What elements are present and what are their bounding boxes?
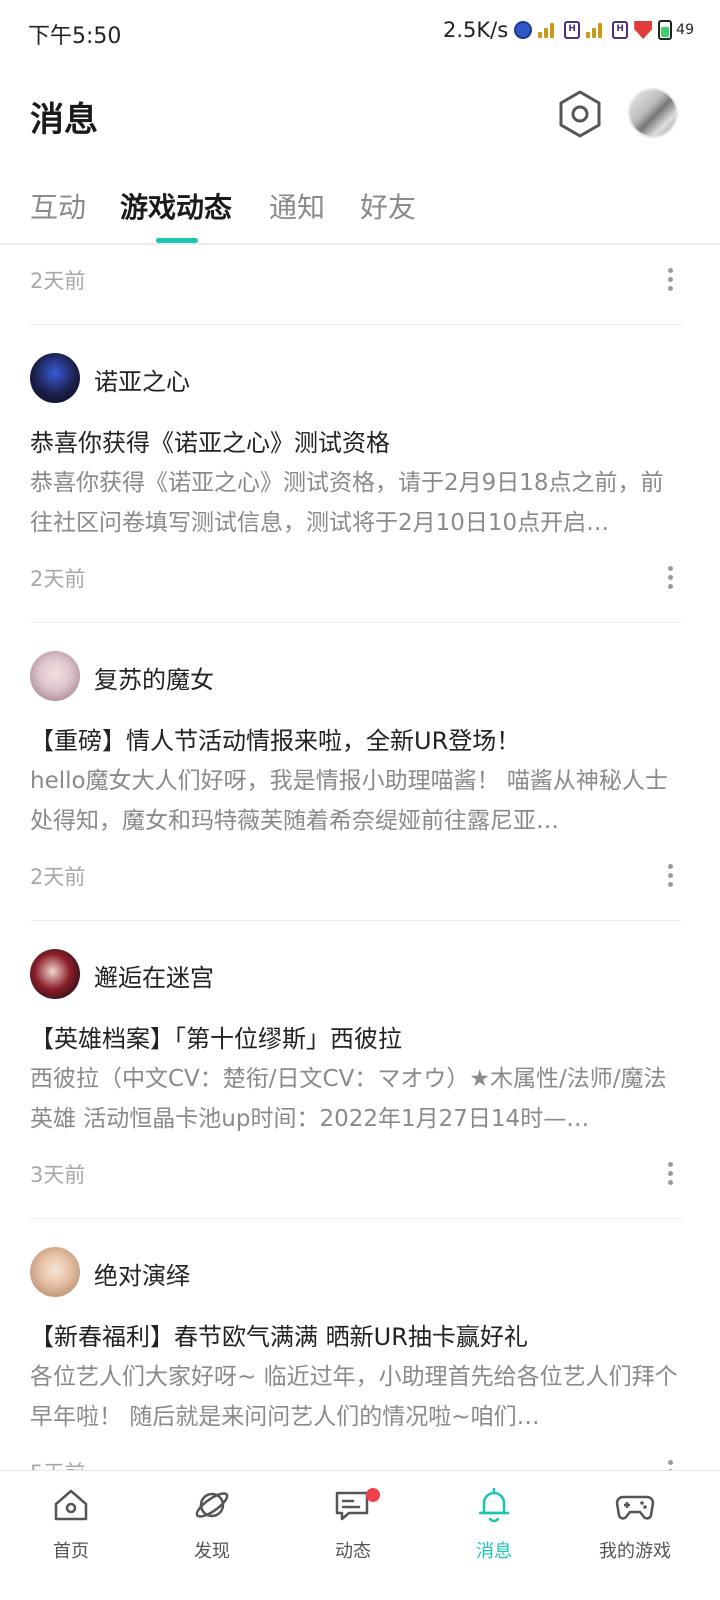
status-icons: 2.5K/s H H 49 bbox=[443, 18, 694, 42]
item-meta: 2天前 bbox=[30, 563, 682, 603]
divider bbox=[30, 622, 682, 623]
hd-icon: H bbox=[612, 21, 629, 39]
item-title: 【新春福利】春节欧气满满 晒新UR抽卡赢好礼 bbox=[30, 1323, 528, 1351]
more-icon[interactable] bbox=[664, 861, 676, 891]
timestamp: 2天前 bbox=[30, 567, 86, 591]
more-icon[interactable] bbox=[664, 1457, 676, 1470]
tab-bar: 互动 游戏动态 通知 好友 bbox=[0, 180, 720, 244]
nav-feed[interactable]: 动态 bbox=[298, 1485, 408, 1581]
nav-my-games-label: 我的游戏 bbox=[599, 1541, 671, 1562]
page-title: 消息 bbox=[30, 100, 98, 140]
nav-discover[interactable]: 发现 bbox=[157, 1485, 267, 1581]
game-name[interactable]: 诺亚之心 bbox=[94, 362, 190, 397]
item-title: 【重磅】情人节活动情报来啦，全新UR登场！ bbox=[30, 727, 521, 755]
hd-icon: H bbox=[564, 21, 581, 39]
list-item[interactable]: 复苏的魔女 【重磅】情人节活动情报来啦，全新UR登场！ hello魔女大人们好呀… bbox=[0, 651, 720, 949]
divider bbox=[30, 920, 682, 921]
tab-notifications[interactable]: 通知 bbox=[269, 186, 325, 226]
timestamp: 2天前 bbox=[30, 269, 86, 293]
divider bbox=[30, 324, 682, 325]
battery-level: 49 bbox=[676, 22, 694, 38]
game-name[interactable]: 复苏的魔女 bbox=[94, 660, 214, 695]
more-icon[interactable] bbox=[664, 1159, 676, 1189]
nav-feed-label: 动态 bbox=[335, 1541, 371, 1562]
nav-messages[interactable]: 消息 bbox=[439, 1485, 549, 1581]
tab-game-news[interactable]: 游戏动态 bbox=[120, 186, 232, 226]
notification-badge bbox=[366, 1488, 380, 1502]
more-icon[interactable] bbox=[664, 563, 676, 593]
timestamp: 2天前 bbox=[30, 865, 86, 889]
game-avatar[interactable] bbox=[30, 949, 80, 999]
list-item[interactable]: 绝对演绎 【新春福利】春节欧气满满 晒新UR抽卡赢好礼 各位艺人们大家好呀~ 临… bbox=[0, 1247, 720, 1470]
game-avatar[interactable] bbox=[30, 651, 80, 701]
game-avatar[interactable] bbox=[30, 353, 80, 403]
timestamp: 3天前 bbox=[30, 1163, 86, 1187]
nav-home-label: 首页 bbox=[53, 1541, 89, 1562]
battery-icon bbox=[658, 20, 673, 40]
more-icon[interactable] bbox=[664, 265, 676, 295]
game-name[interactable]: 邂逅在迷宫 bbox=[94, 958, 214, 993]
item-meta: 5天前 bbox=[30, 1457, 682, 1470]
item-meta: 2天前 bbox=[30, 265, 682, 305]
home-icon bbox=[54, 1489, 88, 1521]
signal-icon bbox=[586, 22, 606, 38]
item-body: hello魔女大人们好呀，我是情报小助理喵酱！ 喵酱从神秘人士处得知，魔女和玛特… bbox=[30, 768, 668, 834]
bell-icon bbox=[478, 1487, 510, 1523]
planet-icon bbox=[195, 1492, 229, 1518]
list-item[interactable]: 邂逅在迷宫 【英雄档案】「第十位缪斯」西彼拉 西彼拉（中文CV：楚衔/日文CV：… bbox=[0, 949, 720, 1247]
header: 消息 bbox=[0, 76, 720, 156]
tab-friends[interactable]: 好友 bbox=[360, 186, 416, 226]
bottom-nav: 首页 发现 动态 消息 我的游戏 bbox=[0, 1470, 720, 1600]
item-title: 【英雄档案】「第十位缪斯」西彼拉 bbox=[30, 1025, 402, 1053]
nav-home[interactable]: 首页 bbox=[16, 1485, 126, 1581]
network-speed: 2.5K/s bbox=[442, 18, 509, 42]
signal-icon bbox=[538, 22, 558, 38]
nav-messages-label: 消息 bbox=[476, 1541, 512, 1562]
item-body: 各位艺人们大家好呀~ 临近过年，小助理首先给各位艺人们拜个早年啦！ 随后就是来问… bbox=[30, 1364, 678, 1430]
avatar[interactable] bbox=[628, 88, 678, 138]
tab-interaction[interactable]: 互动 bbox=[30, 186, 86, 226]
settings-button[interactable] bbox=[556, 88, 604, 140]
shield-icon bbox=[634, 21, 653, 39]
timestamp: 5天前 bbox=[30, 1457, 85, 1470]
status-bar: 下午5:50 2.5K/s H H 49 bbox=[0, 0, 720, 64]
compass-icon bbox=[514, 21, 533, 39]
gamepad-icon bbox=[615, 1495, 655, 1520]
item-title: 恭喜你获得《诺亚之心》测试资格 bbox=[30, 429, 390, 457]
list-item[interactable]: 诺亚之心 恭喜你获得《诺亚之心》测试资格 恭喜你获得《诺亚之心》测试资格，请于2… bbox=[0, 353, 720, 651]
item-body: 恭喜你获得《诺亚之心》测试资格，请于2月9日18点之前，前往社区问卷填写测试信息… bbox=[30, 470, 664, 536]
game-name[interactable]: 绝对演绎 bbox=[94, 1256, 190, 1291]
divider bbox=[30, 1218, 682, 1219]
item-meta: 2天前 bbox=[30, 861, 682, 901]
nav-discover-label: 发现 bbox=[194, 1541, 230, 1562]
message-feed[interactable]: 2天前 诺亚之心 恭喜你获得《诺亚之心》测试资格 恭喜你获得《诺亚之心》测试资格… bbox=[0, 245, 720, 1470]
game-avatar[interactable] bbox=[30, 1247, 80, 1297]
nav-my-games[interactable]: 我的游戏 bbox=[580, 1485, 690, 1581]
item-body: 西彼拉（中文CV：楚衔/日文CV：マオウ）★木属性/法师/魔法英雄 活动恒晶卡池… bbox=[30, 1066, 667, 1132]
gear-icon bbox=[559, 90, 601, 138]
status-time: 下午5:50 bbox=[28, 24, 122, 49]
item-meta: 3天前 bbox=[30, 1159, 682, 1199]
